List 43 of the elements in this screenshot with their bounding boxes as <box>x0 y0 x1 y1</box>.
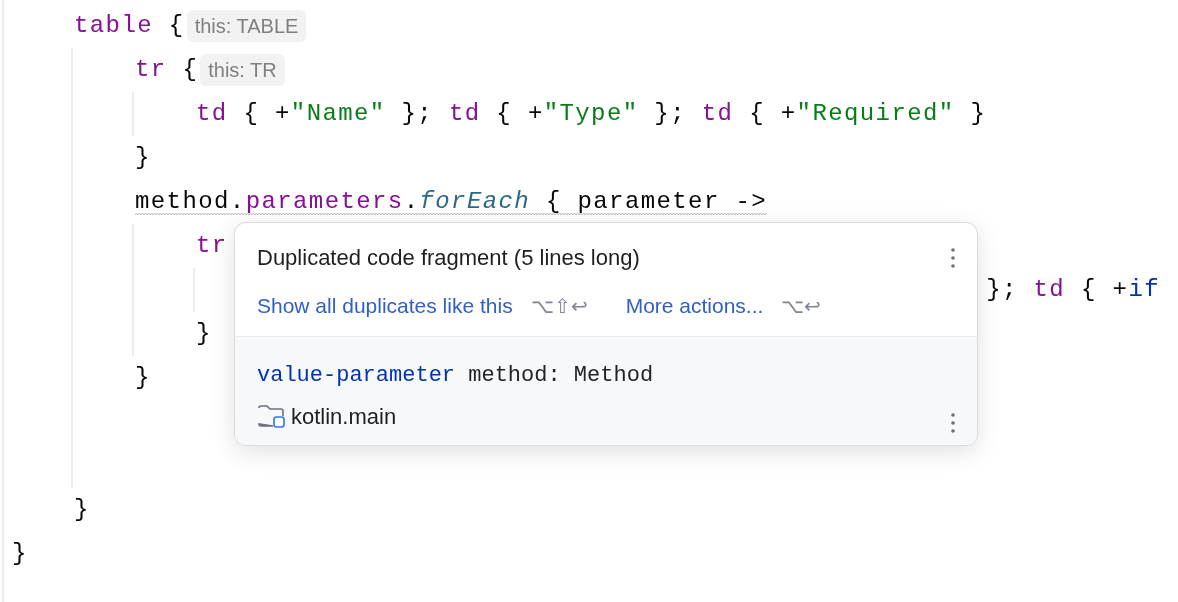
code-token: { <box>181 55 199 85</box>
code-token: }; <box>653 99 687 129</box>
code-token: { + <box>242 99 291 129</box>
more-icon[interactable] <box>951 412 955 433</box>
inlay-hint: this: TABLE <box>186 10 307 42</box>
code-token: "Type" <box>543 99 639 129</box>
more-icon[interactable] <box>951 247 955 268</box>
code-token: } <box>196 319 212 349</box>
code-token: } <box>135 143 151 173</box>
shortcut-text: ⌥⇧↩ <box>530 293 588 319</box>
signature-text: value-parameter method: Method <box>257 361 655 390</box>
code-token: td <box>701 99 734 129</box>
code-token: tr <box>135 55 167 85</box>
code-token: method. <box>135 188 246 215</box>
action-link[interactable]: More actions... <box>625 290 764 322</box>
code-token: td <box>196 99 228 129</box>
module-name: kotlin.main <box>291 402 397 431</box>
code-token: table <box>74 11 153 41</box>
code-token: } <box>135 363 151 393</box>
code-token: }; <box>400 99 435 129</box>
code-token: } <box>969 99 987 129</box>
folder-icon <box>257 403 287 429</box>
popup-title: Duplicated code fragment (5 lines long) <box>257 244 640 272</box>
code-token: } <box>12 539 28 569</box>
code-token: td <box>1033 275 1066 305</box>
code-token: tr <box>196 231 228 261</box>
code-token: td <box>448 99 481 129</box>
code-token: . <box>403 188 420 215</box>
code-token: { + <box>748 99 797 129</box>
code-token: } <box>74 495 90 525</box>
code-token: { + <box>1079 275 1129 305</box>
code-token: { + <box>495 99 544 129</box>
code-token: "Name" <box>290 99 386 129</box>
action-link[interactable]: Show all duplicates like this <box>257 290 513 322</box>
code-token: parameters <box>245 188 404 215</box>
code-token: { parameter -> <box>544 188 768 215</box>
code-token: "Required" <box>796 99 955 129</box>
code-token: forEach <box>419 188 531 215</box>
code-token: { <box>167 11 185 41</box>
code-token: if <box>1128 275 1160 305</box>
inlay-hint: this: TR <box>200 54 285 86</box>
shortcut-text: ⌥↩ <box>781 293 822 319</box>
code-token: }; <box>986 275 1019 305</box>
